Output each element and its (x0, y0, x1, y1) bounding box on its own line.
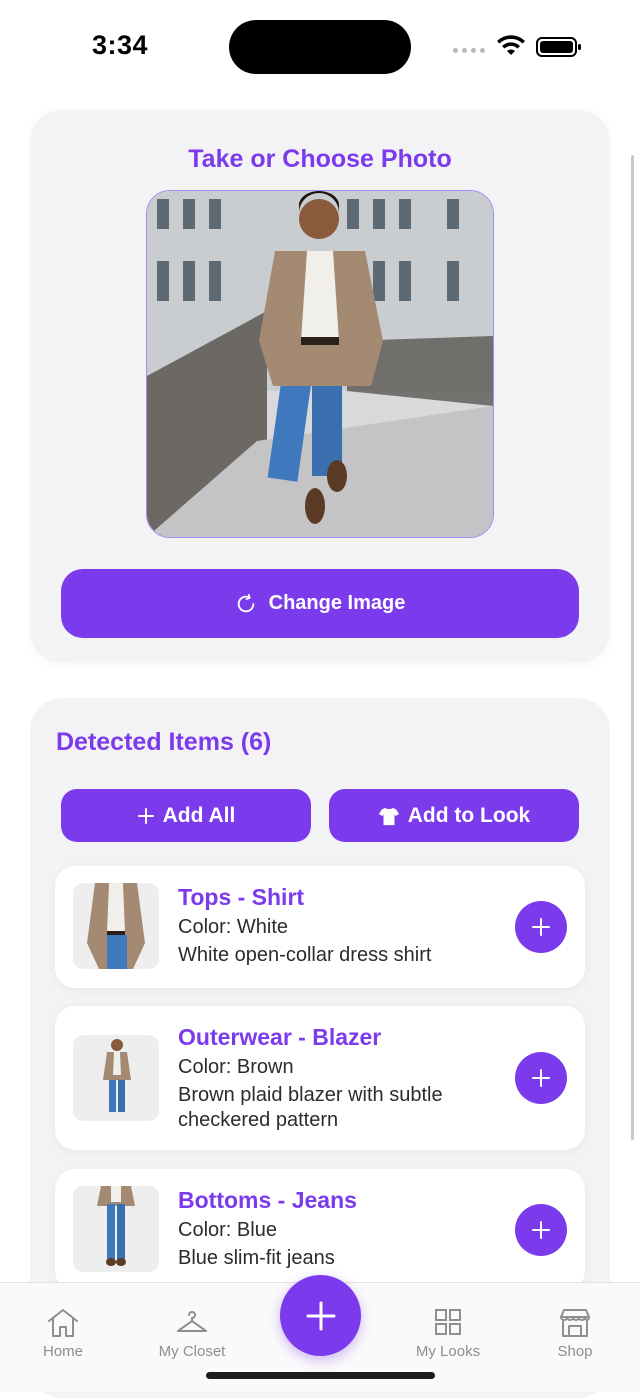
item-description: Brown plaid blazer with subtle checkered… (178, 1084, 443, 1131)
add-item-button[interactable] (515, 901, 567, 953)
item-thumbnail (73, 1186, 159, 1272)
item-details: Bottoms - Jeans Color: Blue Blue slim-fi… (178, 1185, 498, 1271)
item-thumbnail (73, 883, 159, 969)
outfit-photo[interactable] (146, 190, 494, 538)
tab-label: Shop (557, 1343, 593, 1360)
plus-icon (532, 1221, 550, 1239)
item-thumbnail (73, 1035, 159, 1121)
status-bar: 3:34 (0, 0, 640, 95)
add-item-button[interactable] (515, 1052, 567, 1104)
store-icon (560, 1309, 590, 1337)
item-color: Color: White (178, 916, 289, 938)
plus-icon (532, 1069, 550, 1087)
status-time: 3:34 (92, 30, 149, 60)
battery-icon (536, 37, 581, 57)
add-item-button[interactable] (515, 1204, 567, 1256)
add-fab-button[interactable] (280, 1275, 361, 1356)
hanger-icon (177, 1311, 207, 1332)
tab-shop[interactable]: Shop (515, 1307, 635, 1360)
add-to-look-button[interactable]: Add to Look (329, 789, 579, 842)
add-to-look-label: Add to Look (407, 803, 531, 827)
scroll-indicator[interactable] (631, 155, 634, 1140)
signal-icon (453, 48, 485, 53)
change-image-button[interactable]: Change Image (61, 569, 579, 638)
item-description: Blue slim-fit jeans (178, 1247, 335, 1269)
tab-my-closet[interactable]: My Closet (132, 1307, 252, 1360)
tab-my-looks[interactable]: My Looks (388, 1307, 508, 1360)
home-indicator (206, 1372, 435, 1379)
tab-label: My Closet (158, 1343, 226, 1360)
photo-card: Take or Choose Photo Change Image (30, 110, 610, 663)
detected-item-card[interactable]: Bottoms - Jeans Color: Blue Blue slim-fi… (55, 1169, 585, 1291)
dynamic-island (229, 20, 411, 74)
plus-icon (532, 918, 550, 936)
plus-icon (306, 1301, 335, 1330)
item-title: Outerwear - Blazer (178, 1024, 382, 1050)
item-color: Color: Brown (178, 1056, 294, 1078)
grid-icon (435, 1309, 461, 1335)
detected-item-card[interactable]: Tops - Shirt Color: White White open-col… (55, 866, 585, 988)
photo-section-title: Take or Choose Photo (188, 145, 452, 173)
item-color: Color: Blue (178, 1219, 277, 1241)
change-image-label: Change Image (268, 592, 406, 614)
tshirt-icon (378, 807, 399, 825)
tab-label: My Looks (415, 1343, 481, 1360)
item-details: Tops - Shirt Color: White White open-col… (178, 882, 498, 968)
add-all-button[interactable]: Add All (61, 789, 311, 842)
plus-icon (137, 807, 154, 824)
item-description: White open-collar dress shirt (178, 944, 432, 966)
wifi-icon (497, 35, 525, 55)
item-title: Bottoms - Jeans (178, 1187, 357, 1213)
item-details: Outerwear - Blazer Color: Brown Brown pl… (178, 1022, 498, 1133)
detected-item-card[interactable]: Outerwear - Blazer Color: Brown Brown pl… (55, 1006, 585, 1150)
outfit-photo-image (147, 191, 493, 537)
item-title: Tops - Shirt (178, 884, 305, 910)
refresh-icon (237, 593, 254, 612)
tab-home[interactable]: Home (3, 1307, 123, 1360)
detected-items-title: Detected Items (6) (56, 728, 272, 756)
tab-label: Home (42, 1343, 83, 1360)
home-icon (48, 1309, 78, 1337)
add-all-label: Add All (162, 803, 236, 827)
